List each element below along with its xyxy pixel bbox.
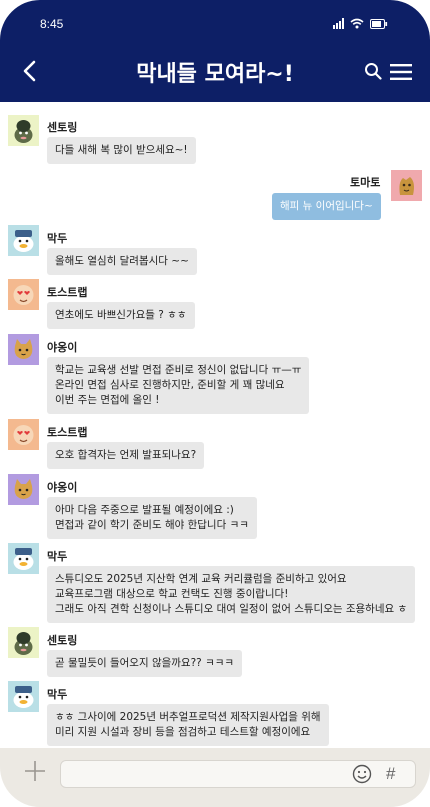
- message-bubble: 다들 새해 복 많이 받으세요~!: [47, 137, 196, 164]
- message-bubble: 스튜디오도 2025년 지산학 연계 교육 커리큘럼을 준비하고 있어요 교육프…: [47, 566, 416, 623]
- message-bubble: 아마 다음 주중으로 발표될 예정이에요 :) 면접과 같이 학기 준비도 해야…: [47, 497, 257, 539]
- message-line: 올해도 열심히 달려봅시다 ~~: [55, 255, 189, 267]
- heart-eyes-character-avatar[interactable]: [8, 419, 39, 450]
- message-line: 면접과 같이 학기 준비도 해야 한답니다 ㅋㅋ: [55, 519, 249, 531]
- sender-name: 막두: [47, 550, 68, 563]
- status-time: 8:45: [40, 17, 64, 31]
- hash-icon[interactable]: #: [386, 764, 395, 784]
- message-line: 미리 지원 시설과 장비 등을 점검하고 테스트할 예정이에요: [55, 726, 311, 738]
- chat-screen: 8:45 막내들 모여라~! 센토링 다들 새해 복 많이 받으세요~! 토마토…: [0, 0, 430, 807]
- message-line: 해피 뉴 이어입니다~: [280, 200, 373, 212]
- sender-name: 센토링: [47, 121, 78, 134]
- cat-character-avatar[interactable]: [8, 334, 39, 365]
- message-bubble: 올해도 열심히 달려봅시다 ~~: [47, 248, 197, 275]
- wifi-icon: [350, 18, 364, 29]
- sender-name: 토마토: [350, 176, 381, 189]
- battery-icon: [370, 19, 388, 29]
- message-bubble: 학교는 교육생 선발 면접 준비로 정신이 없답니다 ㅠ—ㅠ 온라인 면접 심사…: [47, 357, 310, 414]
- duck-character-avatar[interactable]: [8, 681, 39, 712]
- sender-name: 야옹이: [47, 481, 78, 494]
- message-bubble: 오호 합격자는 언제 발표되나요?: [47, 442, 205, 469]
- sender-name: 막두: [47, 688, 68, 701]
- sender-name: 토스트랩: [47, 426, 88, 439]
- plus-icon[interactable]: [24, 760, 46, 782]
- message-line: 그래도 아직 견학 신청이나 스튜디오 대여 일정이 없어 스튜디오는 조용하네…: [55, 603, 408, 615]
- chat-header: 8:45 막내들 모여라~!: [0, 0, 430, 102]
- message-line: 교육프로그램 대상으로 학교 컨택도 진행 중이랍니다!: [55, 588, 289, 600]
- message-line: 연초에도 바쁘신가요들 ? ㅎㅎ: [55, 309, 187, 321]
- sender-name: 센토링: [47, 634, 78, 647]
- tomato-character-avatar[interactable]: [391, 170, 422, 201]
- smiley-icon[interactable]: [352, 764, 372, 784]
- my-message-bubble: 해피 뉴 이어입니다~: [272, 193, 381, 220]
- status-icons: [333, 17, 388, 29]
- sender-name: 야옹이: [47, 341, 78, 354]
- message-bubble: 곧 물밀듯이 들어오지 않을까요?? ㅋㅋㅋ: [47, 650, 243, 677]
- duck-character-avatar[interactable]: [8, 543, 39, 574]
- cat-character-avatar[interactable]: [8, 474, 39, 505]
- sender-name: 막두: [47, 232, 68, 245]
- message-line: 오호 합격자는 언제 발표되나요?: [55, 449, 197, 461]
- hamburger-menu-icon[interactable]: [390, 64, 412, 80]
- message-line: 온라인 면접 심사로 진행하지만, 준비할 게 꽤 많네요: [55, 379, 285, 391]
- message-line: 학교는 교육생 선발 면접 준비로 정신이 없답니다 ㅠ—ㅠ: [55, 364, 302, 376]
- message-line: ㅎㅎ 그사이에 2025년 버추얼프로덕션 제작지원사업을 위해: [55, 711, 321, 723]
- message-line: 아마 다음 주중으로 발표될 예정이에요 :): [55, 504, 234, 516]
- sender-name: 토스트랩: [47, 286, 88, 299]
- message-line: 다들 새해 복 많이 받으세요~!: [55, 144, 188, 156]
- duck-character-avatar[interactable]: [8, 225, 39, 256]
- message-line: 곧 물밀듯이 들어오지 않을까요?? ㅋㅋㅋ: [55, 657, 235, 669]
- message-line: 스튜디오도 2025년 지산학 연계 교육 커리큘럼을 준비하고 있어요: [55, 573, 347, 585]
- message-bubble: ㅎㅎ 그사이에 2025년 버추얼프로덕션 제작지원사업을 위해 미리 지원 시…: [47, 704, 329, 746]
- search-icon[interactable]: [364, 62, 382, 80]
- cactus-character-avatar[interactable]: [8, 627, 39, 658]
- cactus-character-avatar[interactable]: [8, 115, 39, 146]
- message-bubble: 연초에도 바쁘신가요들 ? ㅎㅎ: [47, 302, 195, 329]
- heart-eyes-character-avatar[interactable]: [8, 279, 39, 310]
- message-line: 이번 주는 면접에 올인 !: [55, 394, 160, 406]
- signal-icon: [333, 18, 344, 29]
